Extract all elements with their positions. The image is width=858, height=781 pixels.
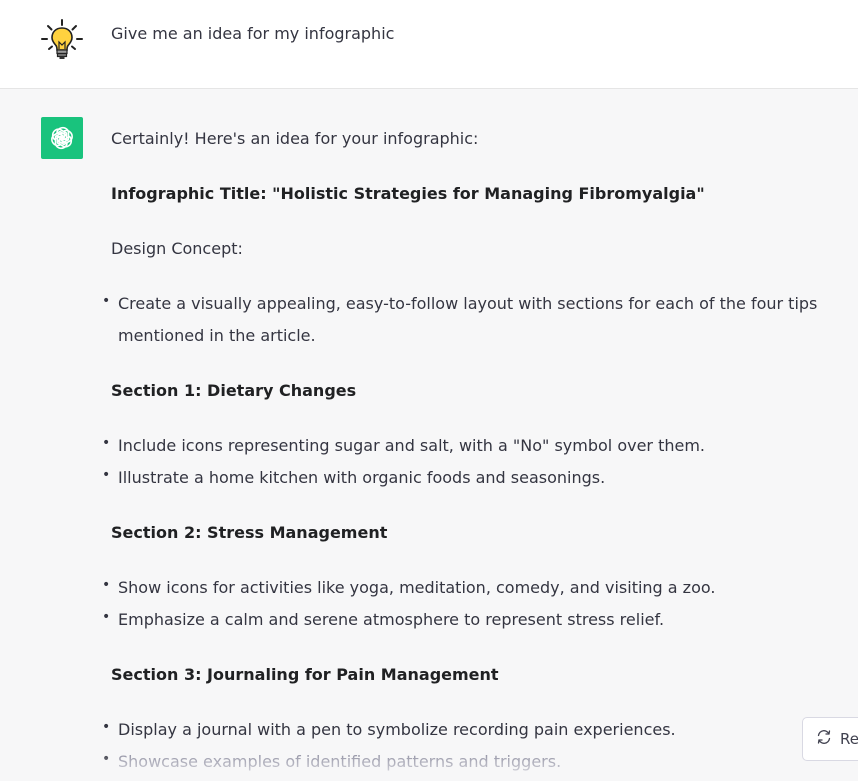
user-message-row: Give me an idea for my infographic (0, 0, 858, 89)
infographic-title: Infographic Title: "Holistic Strategies … (111, 184, 705, 203)
assistant-message-row: Certainly! Here's an idea for your infog… (0, 89, 858, 781)
lightbulb-icon (40, 18, 84, 62)
section-1-list: Include icons representing sugar and sal… (102, 427, 831, 494)
list-item: Illustrate a home kitchen with organic f… (102, 459, 831, 494)
list-item: Show icons for activities like yoga, med… (102, 569, 831, 604)
list-item: Showcase examples of identified patterns… (102, 743, 831, 778)
section-2-list: Show icons for activities like yoga, med… (102, 569, 831, 636)
user-message-text: Give me an idea for my infographic (111, 24, 395, 43)
assistant-message-content: Certainly! Here's an idea for your infog… (102, 123, 831, 778)
design-concept-list: Create a visually appealing, easy-to-fol… (102, 285, 831, 352)
list-item: Display a journal with a pen to symboliz… (102, 711, 831, 746)
list-item: Create a visually appealing, easy-to-fol… (102, 285, 831, 352)
list-item: Emphasize a calm and serene atmosphere t… (102, 601, 831, 636)
regenerate-button[interactable]: Re (802, 717, 858, 761)
openai-logo-icon (41, 117, 83, 159)
list-item: Include icons representing sugar and sal… (102, 427, 831, 462)
regenerate-button-label: Re (840, 730, 858, 748)
section-heading: Section 2: Stress Management (111, 523, 388, 542)
section-3-list: Display a journal with a pen to symboliz… (102, 711, 831, 778)
design-concept-label: Design Concept: (111, 239, 243, 258)
section-heading: Section 1: Dietary Changes (111, 381, 357, 400)
refresh-icon (816, 729, 832, 749)
intro-text: Certainly! Here's an idea for your infog… (111, 129, 479, 148)
section-heading: Section 3: Journaling for Pain Managemen… (111, 665, 499, 684)
